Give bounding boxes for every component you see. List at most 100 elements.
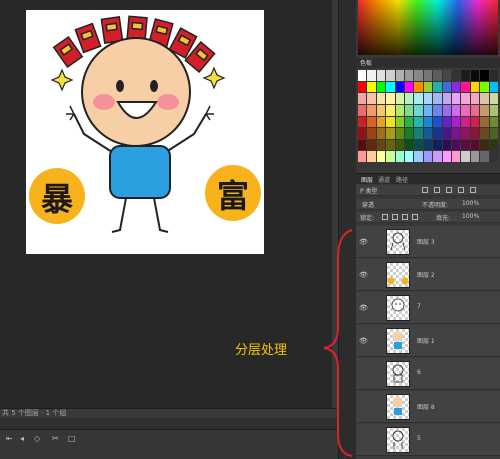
layer-name[interactable]: 图层 8 bbox=[417, 402, 435, 411]
color-swatch[interactable] bbox=[489, 151, 498, 162]
split-icon[interactable]: ✂ bbox=[52, 434, 59, 443]
color-swatch[interactable] bbox=[386, 116, 395, 128]
color-swatch[interactable] bbox=[423, 104, 433, 116]
artboard[interactable]: 暴 富 bbox=[26, 10, 264, 254]
document-canvas-area[interactable]: 暴 富 bbox=[0, 0, 338, 410]
color-swatch[interactable] bbox=[433, 70, 442, 81]
color-swatch[interactable] bbox=[480, 116, 489, 128]
color-swatch[interactable] bbox=[461, 93, 470, 104]
color-swatch[interactable] bbox=[433, 93, 442, 104]
color-swatch[interactable] bbox=[414, 81, 423, 93]
color-swatch[interactable] bbox=[470, 81, 480, 93]
color-swatch[interactable] bbox=[451, 93, 461, 104]
filter-smart-object-icon[interactable] bbox=[470, 187, 476, 193]
color-swatch[interactable] bbox=[480, 70, 489, 81]
color-swatch[interactable] bbox=[489, 104, 498, 116]
color-swatch[interactable] bbox=[442, 139, 451, 151]
blend-mode-select[interactable]: 穿透 bbox=[362, 200, 374, 209]
color-swatch[interactable] bbox=[376, 81, 386, 93]
color-swatch[interactable] bbox=[461, 81, 470, 93]
fill-value[interactable]: 100% bbox=[462, 213, 479, 220]
color-swatch[interactable] bbox=[358, 151, 367, 162]
visibility-eye-icon[interactable]: 👁 bbox=[359, 238, 368, 246]
color-swatch[interactable] bbox=[470, 151, 480, 162]
color-swatch[interactable] bbox=[404, 128, 414, 139]
color-swatch[interactable] bbox=[376, 128, 386, 139]
color-swatch[interactable] bbox=[376, 70, 386, 81]
color-swatch[interactable] bbox=[423, 116, 433, 128]
color-swatch[interactable] bbox=[367, 139, 376, 151]
color-swatch[interactable] bbox=[395, 70, 404, 81]
layer-row[interactable]: 👁 图层 1 bbox=[356, 325, 500, 357]
color-swatch[interactable] bbox=[451, 81, 461, 93]
color-swatch[interactable] bbox=[433, 81, 442, 93]
color-swatch[interactable] bbox=[423, 151, 433, 162]
layer-row[interactable]: 👁 图层 2 bbox=[356, 259, 500, 291]
color-swatch[interactable] bbox=[358, 128, 367, 139]
color-swatch[interactable] bbox=[414, 104, 423, 116]
color-swatch[interactable] bbox=[470, 93, 480, 104]
color-swatch[interactable] bbox=[451, 70, 461, 81]
color-swatch[interactable] bbox=[386, 151, 395, 162]
layer-row[interactable]: 图层 8 bbox=[356, 391, 500, 423]
color-swatch[interactable] bbox=[489, 81, 498, 93]
layer-name[interactable]: 图层 1 bbox=[417, 336, 435, 345]
filter-type-icon[interactable] bbox=[446, 187, 452, 193]
color-swatch[interactable] bbox=[414, 116, 423, 128]
color-swatch[interactable] bbox=[358, 104, 367, 116]
color-swatch[interactable] bbox=[489, 116, 498, 128]
color-swatch[interactable] bbox=[376, 104, 386, 116]
color-swatch[interactable] bbox=[489, 70, 498, 81]
color-swatch[interactable] bbox=[404, 104, 414, 116]
color-swatch[interactable] bbox=[442, 116, 451, 128]
previous-frame-icon[interactable]: ◂ bbox=[20, 434, 24, 443]
color-swatch[interactable] bbox=[433, 128, 442, 139]
color-swatch[interactable] bbox=[451, 116, 461, 128]
color-swatch[interactable] bbox=[404, 151, 414, 162]
layer-name[interactable]: 7 bbox=[417, 303, 421, 310]
color-swatch[interactable] bbox=[470, 116, 480, 128]
color-swatch[interactable] bbox=[395, 104, 404, 116]
color-swatch[interactable] bbox=[376, 93, 386, 104]
color-swatch[interactable] bbox=[358, 93, 367, 104]
color-swatch[interactable] bbox=[395, 151, 404, 162]
visibility-eye-icon[interactable]: 👁 bbox=[359, 337, 368, 345]
filter-adjustment-icon[interactable] bbox=[434, 187, 440, 193]
swatches-panel-title[interactable]: 色板 bbox=[360, 58, 372, 67]
color-swatch[interactable] bbox=[423, 81, 433, 93]
color-swatch[interactable] bbox=[451, 128, 461, 139]
color-swatch[interactable] bbox=[442, 70, 451, 81]
color-swatch[interactable] bbox=[480, 104, 489, 116]
keyframe-icon[interactable]: ◇ bbox=[34, 434, 40, 443]
color-swatch[interactable] bbox=[423, 128, 433, 139]
color-swatch[interactable] bbox=[386, 104, 395, 116]
color-swatch[interactable] bbox=[461, 128, 470, 139]
color-swatch[interactable] bbox=[433, 139, 442, 151]
color-swatch[interactable] bbox=[461, 104, 470, 116]
color-swatch[interactable] bbox=[358, 81, 367, 93]
color-swatch[interactable] bbox=[358, 116, 367, 128]
color-swatch[interactable] bbox=[442, 93, 451, 104]
color-swatch[interactable] bbox=[480, 93, 489, 104]
filter-shape-icon[interactable] bbox=[458, 187, 464, 193]
color-swatch[interactable] bbox=[386, 81, 395, 93]
lock-position-icon[interactable] bbox=[402, 214, 408, 220]
visibility-eye-icon[interactable]: 👁 bbox=[359, 271, 368, 279]
color-swatch[interactable] bbox=[395, 128, 404, 139]
color-swatch[interactable] bbox=[470, 104, 480, 116]
color-swatch[interactable] bbox=[358, 139, 367, 151]
color-swatch[interactable] bbox=[480, 81, 489, 93]
layer-row[interactable]: 5 bbox=[356, 424, 500, 456]
color-swatch[interactable] bbox=[414, 139, 423, 151]
color-swatch[interactable] bbox=[433, 151, 442, 162]
color-swatch[interactable] bbox=[395, 93, 404, 104]
color-swatch[interactable] bbox=[376, 139, 386, 151]
color-swatch[interactable] bbox=[395, 139, 404, 151]
color-swatch[interactable] bbox=[414, 93, 423, 104]
color-swatch[interactable] bbox=[404, 81, 414, 93]
color-swatch[interactable] bbox=[423, 70, 433, 81]
color-swatch[interactable] bbox=[395, 81, 404, 93]
tab-paths[interactable]: 路径 bbox=[396, 175, 408, 184]
color-swatch[interactable] bbox=[470, 128, 480, 139]
color-swatch[interactable] bbox=[442, 151, 451, 162]
